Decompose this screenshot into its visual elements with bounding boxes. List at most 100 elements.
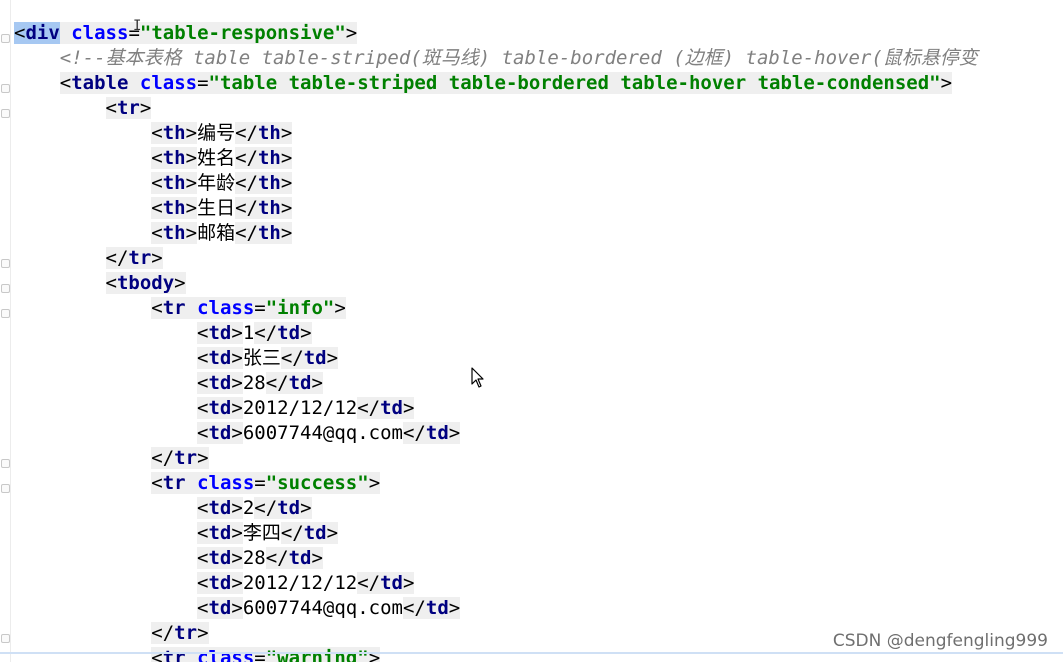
tag-bracket: > [368, 472, 381, 494]
fold-marker-icon[interactable] [1, 259, 10, 268]
tag-bracket: > [174, 272, 186, 294]
tag-name: th [162, 197, 186, 219]
code-line[interactable]: </tr> [14, 446, 978, 471]
fold-marker-icon[interactable] [1, 459, 10, 468]
code-line[interactable]: <td>28</td> [14, 371, 978, 396]
attribute-name: class [139, 72, 198, 94]
tag-bracket: > [345, 22, 358, 44]
tag-bracket: > [185, 197, 198, 219]
fold-marker-icon[interactable] [1, 109, 10, 118]
code-line[interactable]: <th>生日</th> [14, 196, 978, 221]
tag-token: <th> [151, 222, 198, 244]
code-line[interactable]: <td>28</td> [14, 546, 978, 571]
code-line[interactable]: <tbody> [14, 271, 978, 296]
tag-bracket: < [151, 647, 163, 662]
attribute-name: class [71, 22, 129, 44]
attribute-value: "warning" [265, 647, 369, 662]
tag-name: td [208, 372, 232, 394]
tag-bracket: < [14, 22, 26, 44]
tag-bracket: > [300, 497, 312, 519]
code-line[interactable]: <td>2</td> [14, 496, 978, 521]
attribute-value: "table-responsive" [139, 22, 346, 44]
attribute-equals: = [254, 472, 266, 494]
fold-marker-icon[interactable] [1, 284, 10, 293]
tag-name: td [208, 497, 232, 519]
tag-bracket: > [231, 572, 243, 594]
code-line[interactable]: <tr> [14, 96, 978, 121]
cell-text: 邮箱 [197, 222, 236, 244]
fold-marker-icon[interactable] [1, 484, 10, 493]
tag-name: tr [162, 297, 186, 319]
tag-name: td [288, 372, 312, 394]
tag-name: th [257, 122, 281, 144]
tag-name: tr [162, 472, 186, 494]
tag-bracket: < [105, 97, 117, 119]
tag-bracket: > [231, 372, 243, 394]
tag-token: </tr> [151, 622, 209, 644]
tag-token: <td> [197, 497, 243, 519]
code-line[interactable]: <th>年龄</th> [14, 171, 978, 196]
cell-text: 李四 [242, 522, 281, 544]
tag-token: </th> [235, 197, 293, 219]
tag-token: <th> [151, 172, 198, 194]
tag-name: td [380, 572, 403, 594]
code-editor[interactable]: <div class="table-responsive"> <!--基本表格 … [0, 0, 1063, 662]
code-line[interactable]: <td>2012/12/12</td> [14, 396, 978, 421]
tag-name: th [162, 222, 186, 244]
code-line[interactable]: <td>李四</td> [14, 521, 978, 546]
tag-space [186, 472, 197, 494]
tag-bracket: </ [280, 522, 304, 544]
fold-marker-icon[interactable] [1, 309, 10, 318]
tag-bracket: > [231, 497, 243, 519]
code-line[interactable]: <td>2012/12/12</td> [14, 571, 978, 596]
tag-bracket: </ [254, 322, 278, 344]
tag-bracket: </ [235, 122, 258, 144]
code-line[interactable]: <tr class="success"> [14, 471, 978, 496]
tag-name: td [208, 597, 232, 619]
code-line[interactable]: <tr class="info"> [14, 296, 978, 321]
tag-token: </td> [254, 497, 312, 519]
code-line[interactable]: <div class="table-responsive"> [14, 21, 978, 46]
fold-marker-icon[interactable] [1, 634, 10, 643]
attribute-name: class [197, 472, 255, 494]
tag-space [186, 647, 197, 662]
code-line[interactable]: <!--基本表格 table table-striped(斑马线) table-… [14, 46, 978, 71]
attribute-name: class [197, 297, 255, 319]
tag-bracket: </ [151, 447, 175, 469]
tag-bracket: </ [235, 197, 258, 219]
code-area[interactable]: <div class="table-responsive"> <!--基本表格 … [14, 21, 978, 662]
code-line[interactable]: <th>编号</th> [14, 121, 978, 146]
code-line[interactable]: <th>姓名</th> [14, 146, 978, 171]
code-line[interactable]: <td>1</td> [14, 321, 978, 346]
tag-token: </th> [235, 222, 293, 244]
cell-text: 姓名 [197, 147, 236, 169]
code-line[interactable]: <td>6007744@qq.com</td> [14, 421, 978, 446]
tag-name: td [380, 397, 403, 419]
tag-token: </td> [357, 572, 415, 594]
code-line[interactable]: <td>张三</td> [14, 346, 978, 371]
tag-bracket: </ [357, 572, 381, 594]
attribute-value: "table table-striped table-bordered tabl… [208, 72, 941, 94]
tag-name: td [208, 522, 232, 544]
tag-bracket: < [151, 147, 163, 169]
fold-marker-icon[interactable] [1, 34, 10, 43]
tag-bracket: > [448, 422, 461, 444]
fold-marker-icon[interactable] [1, 84, 10, 93]
tag-bracket: > [185, 172, 198, 194]
tag-token: </td> [357, 397, 415, 419]
tag-token: <tr class="warning"> [151, 647, 381, 662]
tag-name: th [257, 222, 281, 244]
code-line[interactable]: <th>邮箱</th> [14, 221, 978, 246]
tag-bracket: < [151, 172, 163, 194]
code-line[interactable]: <table class="table table-striped table-… [14, 71, 978, 96]
tag-token: <td> [197, 522, 243, 544]
code-line[interactable]: </tr> [14, 246, 978, 271]
tag-token: </td> [402, 597, 461, 619]
tag-bracket: > [940, 72, 953, 94]
tag-bracket: > [280, 122, 293, 144]
tag-bracket: > [231, 397, 243, 419]
cell-text: 生日 [197, 197, 236, 219]
tag-bracket: > [280, 197, 293, 219]
code-line[interactable]: <td>6007744@qq.com</td> [14, 596, 978, 621]
tag-token: <td> [197, 547, 243, 569]
